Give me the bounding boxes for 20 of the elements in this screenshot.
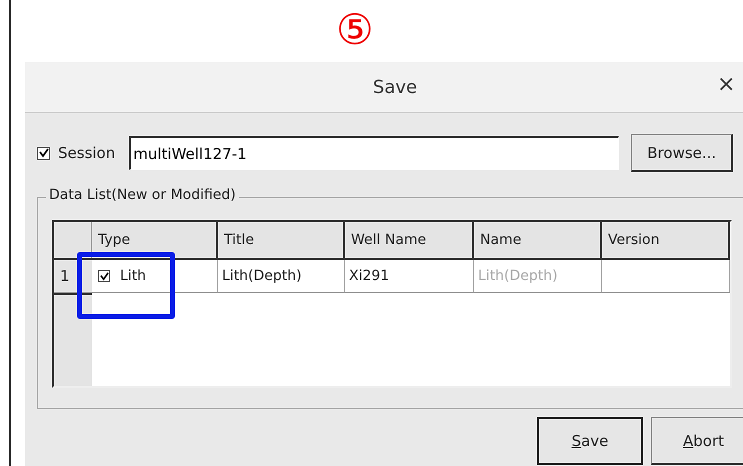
dialog-button[interactable]: Save: [537, 417, 643, 465]
column-header[interactable]: Name: [474, 222, 602, 258]
close-button[interactable]: ×: [717, 72, 736, 97]
dialog-button[interactable]: Abort: [651, 417, 743, 465]
window-title: Save: [372, 76, 418, 98]
table-cell: Xi291: [349, 268, 390, 284]
column-header[interactable]: Title: [218, 222, 345, 258]
column-header[interactable]: Well Name: [345, 222, 474, 258]
table-cell: Lith(Depth): [478, 268, 558, 284]
session-field[interactable]: multiWell127-1: [129, 136, 620, 170]
browse-button[interactable]: Browse...: [631, 134, 734, 172]
row-checkbox[interactable]: [98, 270, 110, 282]
table-cell: Lith: [120, 268, 146, 284]
step-number: ⑤: [336, 6, 374, 54]
column-header[interactable]: Type: [92, 222, 218, 258]
group-title: Data List(New or Modified): [46, 187, 239, 203]
checkbox[interactable]: [37, 146, 50, 160]
column-header[interactable]: Version: [602, 222, 730, 258]
session-label: Session: [58, 144, 116, 162]
table-cell: Lith(Depth): [222, 268, 302, 284]
